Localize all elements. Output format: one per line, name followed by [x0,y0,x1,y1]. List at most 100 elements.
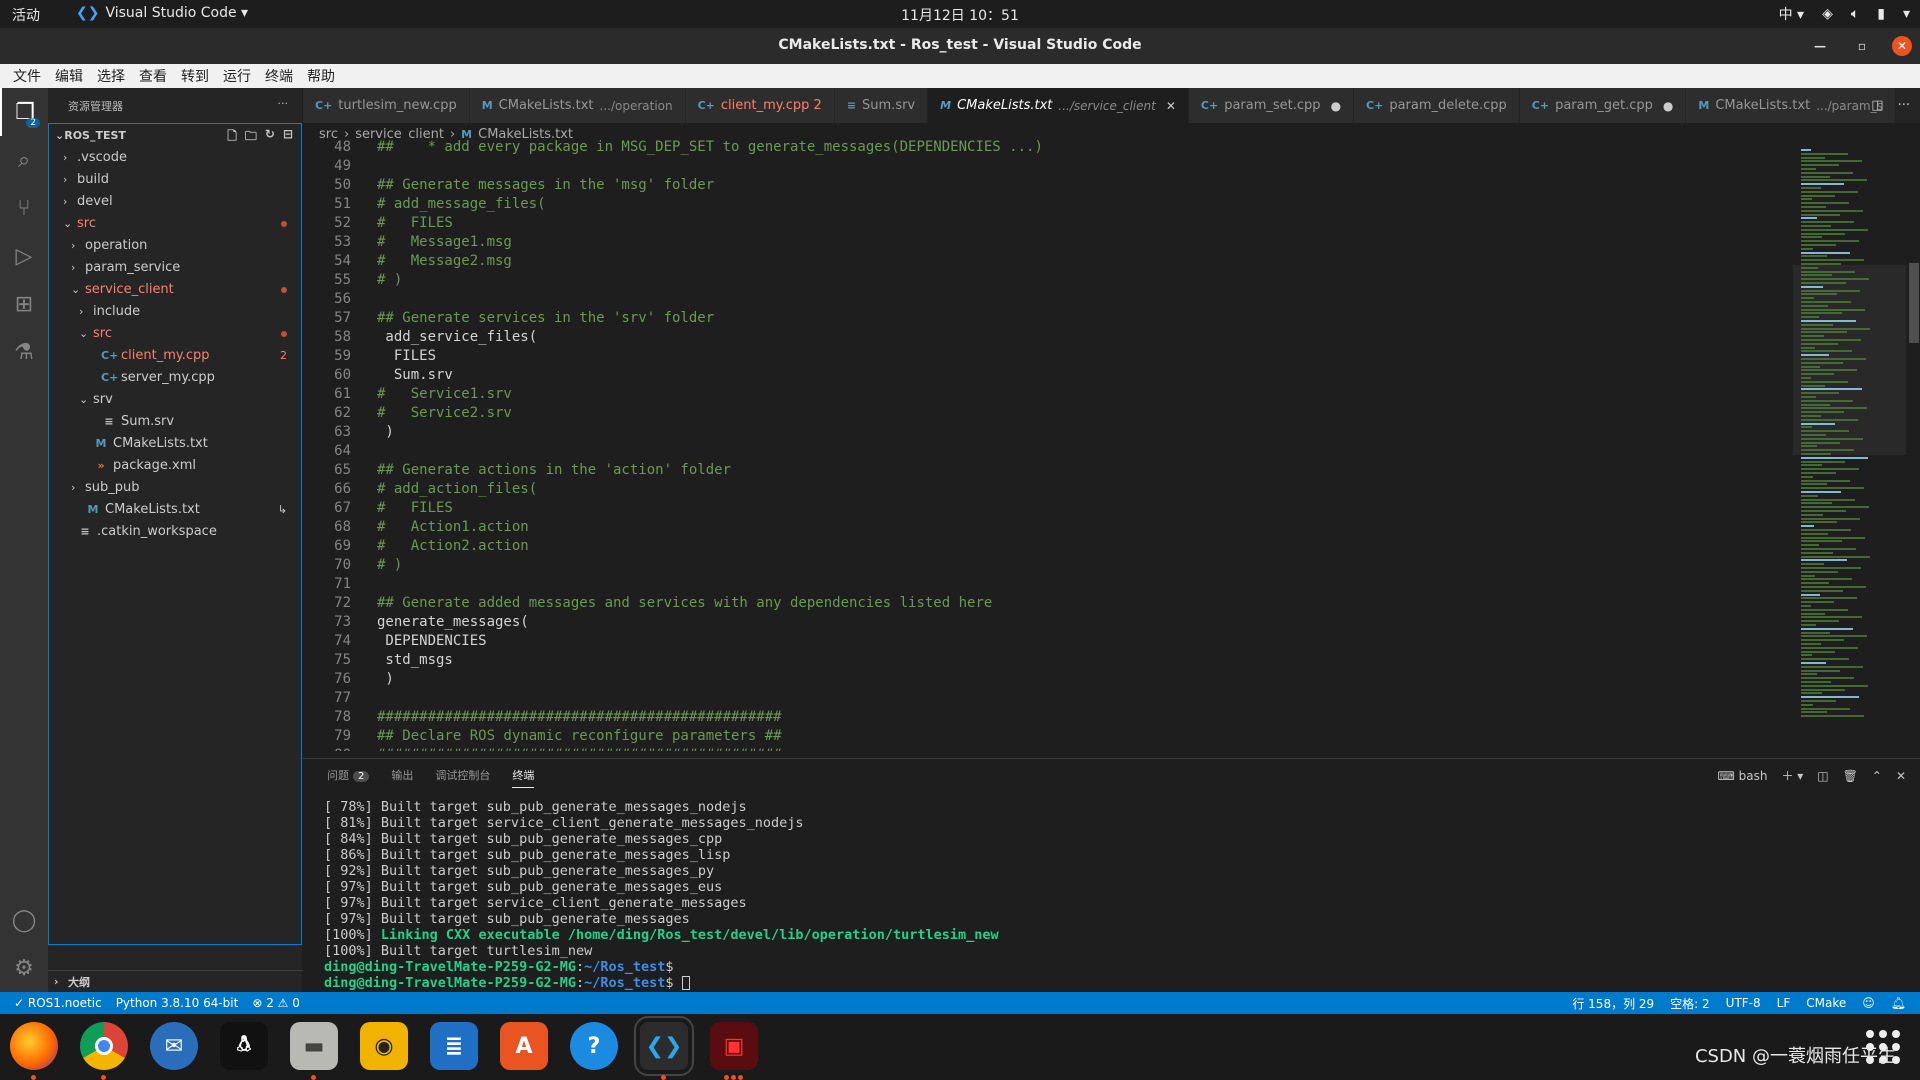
editor-tab[interactable]: C+ param_get.cpp ● [1519,88,1687,123]
firefox-icon[interactable] [10,1022,58,1080]
editor-tab[interactable]: ≡ Sum.srv [834,88,929,123]
tree-item[interactable]: C+ server_my.cpp [49,366,301,388]
terminal-app-icon[interactable]: ▣ [710,1022,758,1080]
chrome-icon[interactable] [80,1022,128,1080]
new-folder-icon[interactable]: 🗀︎ [245,127,257,148]
tree-item[interactable]: › build [49,168,301,190]
kill-terminal-icon[interactable]: 🗑︎ [1843,769,1858,783]
tree-item[interactable]: › .vscode [49,146,301,168]
tree-item[interactable]: C+ client_my.cpp 2 [49,344,301,366]
refresh-icon[interactable]: ↻ [265,127,275,148]
maximize-button[interactable]: ▫ [1850,34,1874,58]
editor-tab[interactable]: C+ param_set.cpp ● [1188,88,1355,123]
run-debug-icon[interactable]: ▷ [0,232,48,280]
tab-terminal[interactable]: 终端 [512,767,535,788]
tab-debug-console[interactable]: 调试控制台 [435,767,490,788]
rhythmbox-icon[interactable]: ◉ [360,1022,408,1070]
tree-item[interactable]: › include [49,300,301,322]
status-language[interactable]: CMake [1806,996,1846,1010]
status-indentation[interactable]: 空格: 2 [1670,995,1710,1012]
tree-item[interactable]: › devel [49,190,301,212]
system-tray[interactable]: 中 ▾ ◈ 🔈︎ ▮ ▾ [1779,4,1910,24]
editor-tab[interactable]: M CMakeLists.txt .../service_client ✕ [928,88,1189,123]
menu-selection[interactable]: 选择 [90,66,132,86]
menu-go[interactable]: 转到 [174,66,216,86]
files-icon[interactable]: ▬ [290,1022,338,1080]
split-terminal-icon[interactable]: ◫ [1817,769,1828,783]
libreoffice-writer-icon[interactable]: ≣ [430,1022,478,1070]
search-icon[interactable]: ⌕ [0,136,48,184]
status-remote[interactable]: ✓ ROS1.noetic [14,996,102,1010]
testing-icon[interactable]: ⚗ [0,328,48,376]
app-menu[interactable]: ❮❯ Visual Studio Code ▾ [76,5,248,21]
vscode-dock-icon[interactable]: ❮❯ [634,1016,694,1080]
collapse-all-icon[interactable]: ⊟ [283,127,293,148]
split-editor-icon[interactable]: ◫ [1871,98,1883,113]
feedback-icon[interactable]: ☺ [1862,996,1875,1010]
source-control-icon[interactable]: ⑂ [0,184,48,232]
editor-scrollbar[interactable] [1906,145,1920,758]
menu-edit[interactable]: 编辑 [48,66,90,86]
close-panel-icon[interactable]: ✕ [1896,769,1906,783]
tree-item[interactable]: › sub_pub [49,476,301,498]
minimap[interactable] [1793,145,1906,758]
tree-item[interactable]: ⌄ src [49,212,301,234]
workspace-section[interactable]: ⌄ ROS_TEST 🗋︎ 🗀︎ ↻ ⊟ [49,124,301,146]
close-tab-icon[interactable]: ✕ [1166,99,1176,113]
explorer-icon[interactable]: ❐ 2 [0,88,48,136]
menu-terminal[interactable]: 终端 [258,66,300,86]
tree-item[interactable]: ⌄ service_client [49,278,301,300]
editor-tab[interactable]: C+ client_my.cpp 2 [685,88,835,123]
tree-item[interactable]: » package.xml [49,454,301,476]
new-file-icon[interactable]: 🗋︎ [227,127,237,148]
menu-view[interactable]: 查看 [132,66,174,86]
input-method-indicator[interactable]: 中 ▾ [1779,4,1804,24]
terminal-output[interactable]: [ 78%] Built target sub_pub_generate_mes… [324,799,1884,991]
extensions-icon[interactable]: ⊞ [0,280,48,328]
editor-tab[interactable]: C+ turtlesim_new.cpp [303,88,470,123]
menu-file[interactable]: 文件 [6,66,48,86]
activities-button[interactable]: 活动 [12,5,40,25]
editor-tab[interactable]: C+ param_delete.cpp [1354,88,1520,123]
notifications-bell-icon[interactable]: 🔔︎ [1891,996,1906,1010]
minimize-button[interactable]: — [1808,34,1832,58]
more-actions-icon[interactable]: ··· [1898,98,1910,113]
outline-section[interactable]: › 大纲 [48,970,303,992]
accounts-icon[interactable]: ◯ [0,896,48,944]
scrollbar-thumb[interactable] [1909,263,1919,343]
explorer-more-icon[interactable]: ··· [278,97,289,110]
code-editor[interactable]: 48 ## * add every package in MSG_DEP_SET … [303,138,1793,751]
status-problems[interactable]: ⊗ 2 ⚠ 0 [252,996,300,1010]
terminal-shell-selector[interactable]: ⌨︎ bash [1717,769,1767,783]
close-window-button[interactable]: ✕ [1892,36,1912,56]
status-cursor-position[interactable]: 行 158，列 29 [1572,995,1654,1012]
tab-output[interactable]: 输出 [391,767,413,788]
editor-tab[interactable]: M CMakeLists.txt .../param_s [1686,88,1896,123]
status-python-interpreter[interactable]: Python 3.8.10 64-bit [116,996,239,1010]
tree-item[interactable]: ⌄ src [49,322,301,344]
tree-item[interactable]: ⌄ srv [49,388,301,410]
system-menu-chevron-icon[interactable]: ▾ [1903,6,1910,22]
status-encoding[interactable]: UTF-8 [1726,996,1761,1010]
unsaved-dot-icon[interactable]: ● [1331,99,1341,113]
tree-item[interactable]: M CMakeLists.txt [49,432,301,454]
tree-item[interactable]: › operation [49,234,301,256]
maximize-panel-icon[interactable]: ⌃ [1872,769,1882,783]
menu-run[interactable]: 运行 [216,66,258,86]
unsaved-dot-icon[interactable]: ● [1663,99,1673,113]
editor-tab[interactable]: M CMakeLists.txt .../operation [469,88,686,123]
qq-icon[interactable]: 🐧︎ [220,1022,268,1070]
manage-gear-icon[interactable]: ⚙ [0,944,48,992]
status-eol[interactable]: LF [1777,996,1791,1010]
help-icon[interactable]: ? [570,1022,618,1070]
tab-problems[interactable]: 问题 2 [327,767,370,788]
new-terminal-icon[interactable]: ＋ ▾ [1781,767,1803,784]
thunderbird-icon[interactable]: ✉ [150,1022,198,1070]
tree-item[interactable]: › param_service [49,256,301,278]
tree-item[interactable]: ≡ Sum.srv [49,410,301,432]
tree-item[interactable]: ≡ .catkin_workspace [49,520,301,542]
tree-item[interactable]: M CMakeLists.txt ↳ [49,498,301,520]
menu-help[interactable]: 帮助 [300,66,342,86]
clock[interactable]: 11月12日 10：51 [901,8,1019,24]
software-center-icon[interactable]: A [500,1022,548,1070]
